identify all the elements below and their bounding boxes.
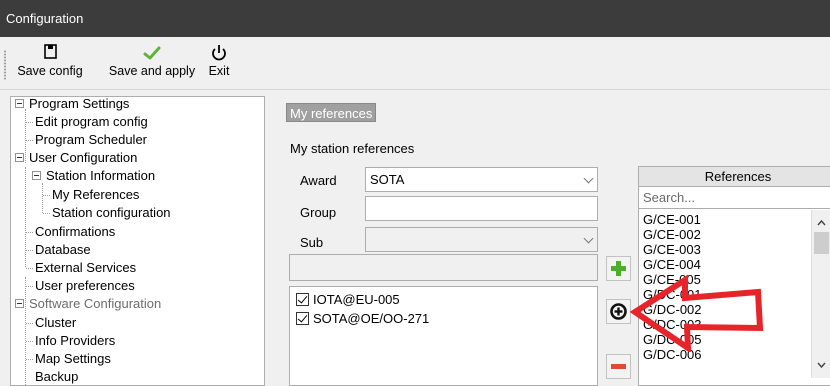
tree-item-label: User preferences	[35, 278, 135, 293]
tree-item-label: Confirmations	[35, 224, 116, 239]
tree-item-label: Info Providers	[35, 333, 116, 348]
tree-item-label: Backup	[35, 369, 79, 384]
list-item-label: SOTA@OE/OO-271	[313, 311, 430, 326]
tree-item-backup[interactable]: Backup	[35, 368, 79, 385]
tree-item-external-services[interactable]: External Services	[35, 259, 136, 277]
section-label: My references	[286, 103, 377, 122]
collapse-icon[interactable]	[15, 153, 24, 162]
tree-connector	[26, 268, 33, 269]
page-heading: My station references	[290, 141, 415, 156]
minus-icon	[611, 364, 626, 369]
tree-item-station-configuration[interactable]: Station configuration	[52, 204, 171, 222]
tree-connector	[43, 195, 50, 196]
save-and-apply-button[interactable]: Save and apply	[104, 43, 200, 78]
settings-tree[interactable]: Program Settings Edit program config Pro…	[10, 96, 265, 386]
tree-item-database[interactable]: Database	[35, 241, 91, 259]
add-from-references-button[interactable]	[606, 299, 631, 324]
tree-connector	[43, 213, 50, 214]
tree-connector	[26, 122, 33, 123]
scrollbar-graphic	[814, 219, 829, 369]
tree-item-label: Program Scheduler	[35, 132, 147, 147]
tree-item-label: Database	[35, 242, 91, 257]
floppy-disk-icon	[44, 44, 57, 59]
tree-item-label: My References	[52, 187, 140, 202]
list-item[interactable]: G/CE-002	[643, 227, 701, 242]
references-search-input[interactable]: Search...	[639, 187, 830, 209]
tree-connector	[42, 183, 43, 213]
collapse-icon[interactable]	[15, 299, 24, 308]
tree-item-label: External Services	[35, 260, 137, 275]
add-reference-button[interactable]	[606, 256, 631, 281]
tree-connector	[26, 232, 33, 233]
remove-reference-button[interactable]	[606, 354, 631, 379]
tree-connector	[26, 286, 33, 287]
tree-item-my-references[interactable]: My References	[52, 186, 139, 204]
tree-item-label: Software Configuration	[29, 296, 162, 311]
tree-item-station-information[interactable]: Station Information	[32, 167, 155, 185]
group-label: Group	[300, 205, 337, 220]
references-scrollbar[interactable]	[811, 210, 830, 378]
tree-connector	[25, 167, 26, 267]
tree-item-info-providers[interactable]: Info Providers	[35, 332, 115, 350]
tree-item-cluster[interactable]: Cluster	[35, 314, 76, 332]
tree-item-software-configuration[interactable]: Software Configuration	[15, 295, 161, 313]
tree-connector	[26, 341, 33, 342]
tree-item-label: Edit program config	[35, 114, 148, 129]
toolbar-grip[interactable]	[4, 50, 6, 80]
list-item[interactable]: G/CE-003	[643, 242, 701, 257]
tree-item-program-scheduler[interactable]: Program Scheduler	[35, 131, 147, 149]
tree-connector	[25, 277, 26, 385]
collapse-icon[interactable]	[32, 171, 41, 180]
circle-plus-icon	[610, 303, 627, 320]
tree-connector	[26, 359, 33, 360]
tree-item-label: Program Settings	[29, 96, 130, 111]
references-header: References	[639, 167, 830, 187]
tree-item-user-preferences[interactable]: User preferences	[35, 277, 135, 295]
tree-item-label: Station Information	[46, 168, 156, 183]
chevron-down-icon	[583, 173, 594, 184]
tree-item-edit-program-config[interactable]: Edit program config	[35, 113, 148, 131]
tree-connector	[26, 323, 33, 324]
list-item[interactable]: IOTA@EU-005	[296, 290, 400, 309]
toolbar: Save config Save and apply Exit	[0, 37, 830, 90]
plus-icon	[611, 261, 626, 276]
tree-item-label: User Configuration	[29, 150, 138, 165]
new-reference-input[interactable]	[289, 254, 598, 281]
tree-connector	[26, 140, 33, 141]
tree-item-label: Cluster	[35, 315, 77, 330]
list-item-label: IOTA@EU-005	[313, 292, 400, 307]
tree-item-map-settings[interactable]: Map Settings	[35, 350, 111, 368]
tree-item-user-configuration[interactable]: User Configuration	[15, 149, 137, 167]
save-and-apply-label: Save and apply	[108, 64, 196, 78]
save-config-button[interactable]: Save config	[10, 43, 90, 78]
exit-button[interactable]: Exit	[204, 43, 234, 78]
window-title: Configuration	[6, 11, 84, 26]
tree-connector	[26, 250, 33, 251]
tree-item-label: Station configuration	[52, 205, 171, 220]
checkmark-icon	[143, 46, 161, 60]
group-field[interactable]	[365, 196, 598, 221]
checkbox-checked[interactable]	[296, 312, 309, 325]
exit-label: Exit	[208, 64, 230, 78]
tree-item-label: Map Settings	[35, 351, 111, 366]
power-icon	[212, 45, 226, 61]
award-label: Award	[300, 173, 337, 188]
list-item[interactable]: G/CE-004	[643, 257, 701, 272]
award-select-value: SOTA	[370, 172, 405, 187]
sub-label: Sub	[300, 235, 324, 250]
my-references-list[interactable]: IOTA@EU-005 SOTA@OE/OO-271	[289, 286, 598, 386]
sub-select[interactable]	[365, 227, 598, 252]
list-item[interactable]: G/CE-001	[643, 212, 701, 227]
tree-item-program-settings[interactable]: Program Settings	[15, 96, 130, 113]
red-arrow-annotation-icon	[630, 274, 764, 352]
tree-item-confirmations[interactable]: Confirmations	[35, 223, 115, 241]
checkbox-checked[interactable]	[296, 293, 309, 306]
collapse-icon[interactable]	[15, 99, 24, 108]
award-select[interactable]: SOTA	[365, 167, 598, 192]
chevron-down-icon	[583, 233, 594, 244]
window-titlebar: Configuration	[0, 0, 830, 37]
list-item[interactable]: SOTA@OE/OO-271	[296, 309, 429, 328]
save-config-label: Save config	[17, 64, 83, 78]
